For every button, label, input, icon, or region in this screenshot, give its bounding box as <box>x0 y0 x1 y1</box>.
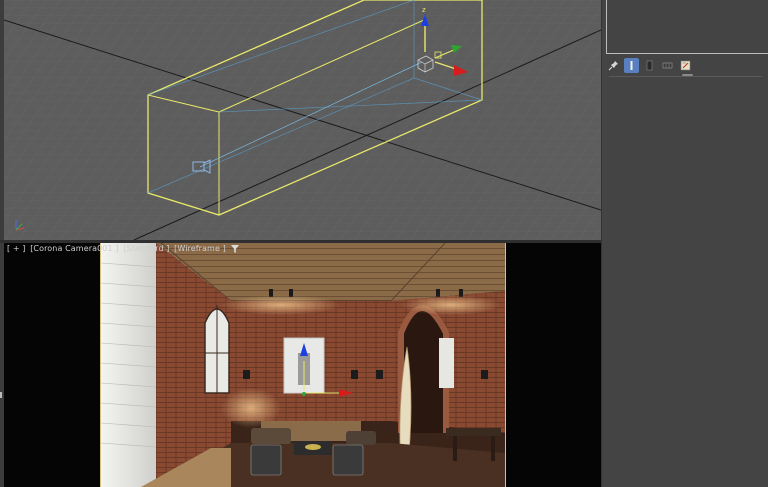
camera-viewport[interactable]: [ + ] [Corona Camera001 ] [Standard ] [W… <box>4 243 601 487</box>
viewport-scene: z <box>4 0 601 240</box>
viewport-label[interactable]: [ + ] [Corona Camera001 ] [Standard ] [W… <box>7 244 239 253</box>
rendered-loft-scene <box>101 243 505 487</box>
gizmo-z-label: z <box>422 6 426 14</box>
show-end-result-button[interactable] <box>624 57 639 73</box>
remove-modifier-button[interactable] <box>660 58 675 73</box>
pin-stack-button[interactable] <box>606 58 621 73</box>
perspective-viewport[interactable]: z <box>4 0 601 240</box>
viewport-shading-standard-menu[interactable]: [Standard ] <box>123 244 169 253</box>
wall-artwork-right <box>439 338 454 388</box>
remove-modifier-icon <box>662 62 673 68</box>
object-list-box[interactable] <box>606 0 768 54</box>
grid-floor <box>4 0 601 240</box>
safe-frame-render <box>100 243 506 487</box>
viewport-camera-menu[interactable]: [Corona Camera001 ] <box>30 244 118 253</box>
viewport-wireframe-menu[interactable]: [Wireframe ] <box>174 244 226 253</box>
pin-icon <box>608 60 618 70</box>
chesterfield-sofa <box>346 431 376 445</box>
sofa <box>251 428 291 444</box>
command-panel <box>601 0 768 487</box>
modifier-stack-toolbar <box>606 57 693 73</box>
filter-icon[interactable] <box>230 244 239 253</box>
modifier-stack-icon <box>630 60 633 70</box>
panel-separator <box>609 76 762 77</box>
make-unique-button[interactable] <box>642 58 657 73</box>
edge-tick <box>0 392 2 398</box>
configure-modifier-sets-icon <box>680 60 691 70</box>
make-unique-icon <box>646 60 653 70</box>
configure-modifier-sets-button[interactable] <box>678 58 693 73</box>
viewport-plus-menu[interactable]: [ + ] <box>7 244 26 253</box>
dining-table <box>446 428 501 436</box>
